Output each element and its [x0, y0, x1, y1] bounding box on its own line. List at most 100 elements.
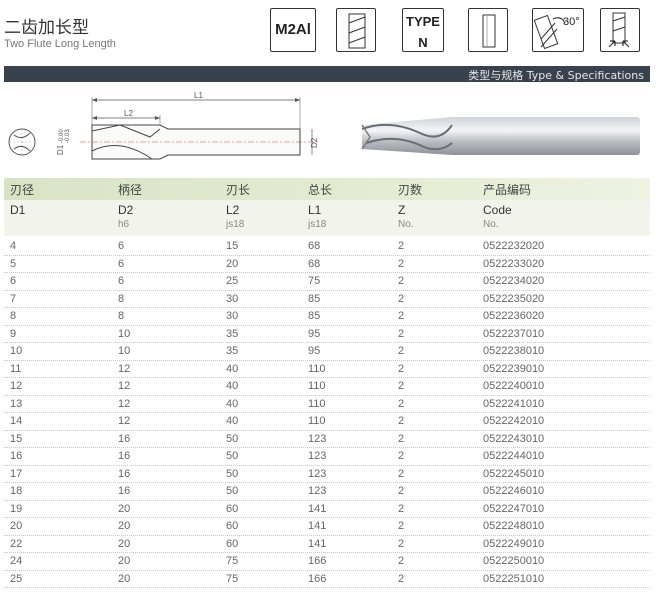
cell-l1: 123	[308, 450, 327, 462]
cell-z: 2	[398, 555, 405, 567]
cell-l2: 50	[226, 485, 239, 497]
table-row: 4 6 15 68 2 0522232020	[4, 238, 650, 256]
cell-d2: 10	[118, 327, 131, 340]
cell-d1: 11	[10, 362, 22, 375]
cell-d1: 5	[10, 257, 17, 270]
cell-d2: 12	[118, 397, 131, 410]
cell-l1: 123	[308, 467, 327, 480]
cell-d2: 20	[118, 520, 131, 532]
end-view-diagram	[8, 128, 36, 156]
cell-l1: 110	[308, 362, 326, 375]
material-label: M2Al	[275, 21, 311, 38]
cell-d1: 12	[10, 380, 23, 392]
cell-l1: 110	[308, 397, 326, 410]
cell-code: 0522238010	[483, 345, 545, 357]
subheader-d2: D2	[118, 203, 134, 217]
cell-z: 2	[398, 485, 405, 497]
table-row: 6 6 25 75 2 0522234020	[4, 273, 650, 291]
cell-d1: 14	[10, 415, 23, 427]
cell-code: 0522248010	[483, 520, 545, 532]
subheader-d1: D1	[10, 203, 26, 217]
tool-drawing: D1 -0.00 -0.03 L1 L2 D2	[8, 91, 640, 160]
cell-d1: 20	[10, 520, 23, 532]
header-d1: 刃径	[10, 183, 35, 197]
type-badge: TYPE N	[402, 8, 444, 52]
cell-z: 2	[398, 450, 405, 462]
cell-code: 0522237010	[483, 327, 545, 340]
table-row: 16 16 50 123 2 0522244010	[4, 448, 650, 466]
cell-l1: 75	[308, 275, 321, 287]
cell-d2: 20	[118, 572, 131, 585]
table-row: 13 12 40 110 2 0522241010	[4, 396, 650, 413]
cell-l2: 40	[226, 415, 239, 427]
table-row: 19 20 60 141 2 0522247010	[4, 501, 650, 518]
cell-code: 0522249010	[483, 537, 545, 550]
cell-z: 2	[398, 362, 405, 375]
unit-code: No.	[483, 219, 499, 230]
helix-angle-label: 30°	[563, 16, 580, 28]
cell-l2: 15	[226, 240, 239, 252]
cell-d1: 19	[10, 502, 23, 515]
cell-l1: 123	[308, 432, 327, 445]
cell-z: 2	[398, 572, 405, 585]
page-title: 二齿加长型	[4, 18, 89, 38]
table-subheader: D1 D2 L2 L1 Z Code h6 js18 js18 No. No.	[4, 200, 650, 236]
cell-d1: 4	[10, 240, 17, 252]
helix-angle-icon: 30°	[532, 8, 584, 52]
subheader-l1: L1	[308, 203, 322, 217]
table-row: 18 16 50 123 2 0522246010	[4, 483, 650, 501]
d2-label: D2	[310, 137, 319, 148]
cell-d2: 6	[118, 275, 125, 287]
cell-l1: 110	[308, 380, 326, 392]
cell-l2: 50	[226, 450, 239, 462]
l2-label: L2	[124, 109, 133, 118]
cell-d1: 9	[10, 327, 17, 340]
cell-code: 0522245010	[483, 467, 545, 480]
cell-d1: 13	[10, 397, 23, 410]
cell-l2: 60	[226, 502, 239, 515]
cell-d1: 17	[10, 467, 23, 480]
cell-d2: 12	[118, 362, 131, 375]
table-row: 10 10 35 95 2 0522238010	[4, 343, 650, 361]
cell-l2: 50	[226, 467, 239, 480]
cell-z: 2	[398, 397, 405, 410]
cell-z: 2	[398, 240, 405, 252]
cell-code: 0522240010	[483, 380, 545, 392]
cell-l2: 50	[226, 432, 239, 445]
cell-code: 0522244010	[483, 450, 545, 462]
cell-z: 2	[398, 310, 405, 322]
cell-l2: 40	[226, 397, 239, 410]
cell-l1: 110	[308, 415, 326, 427]
table-row: 8 8 30 85 2 0522236020	[4, 308, 650, 326]
cell-l1: 166	[308, 572, 327, 585]
cell-l2: 60	[226, 537, 239, 550]
cell-d2: 10	[118, 345, 131, 357]
cell-code: 0522243010	[483, 432, 545, 445]
table-row: 14 12 40 110 2 0522242010	[4, 413, 650, 431]
cell-l2: 35	[226, 345, 239, 357]
cell-d1: 22	[10, 537, 23, 550]
table-header: 刃径 柄径 刃长 总长 刃数 产品编码	[4, 178, 650, 200]
cell-d1: 8	[10, 310, 17, 322]
cell-l2: 20	[226, 257, 239, 270]
tol-lower: -0.03	[65, 129, 71, 143]
cell-d2: 16	[118, 485, 131, 497]
table-row: 7 8 30 85 2 0522235020	[4, 291, 650, 308]
spiral-flute-icon	[336, 8, 376, 52]
cell-l1: 123	[308, 485, 327, 497]
table-row: 22 20 60 141 2 0522249010	[4, 536, 650, 553]
d1-label: D1	[56, 144, 65, 155]
cell-l2: 60	[226, 520, 239, 532]
header-l1: 总长	[308, 183, 333, 197]
cell-d2: 20	[118, 502, 131, 515]
header-z: 刃数	[398, 183, 423, 197]
cell-code: 0522246010	[483, 485, 545, 497]
cell-code: 0522236020	[483, 310, 545, 322]
table-row: 25 20 75 166 2 0522251010	[4, 571, 650, 588]
cell-d2: 12	[118, 415, 131, 427]
cell-z: 2	[398, 292, 405, 305]
page-subtitle: Two Flute Long Length	[4, 38, 116, 50]
tolerance-l2: js18	[226, 219, 245, 230]
cell-l2: 40	[226, 380, 239, 392]
cell-d2: 20	[118, 537, 131, 550]
